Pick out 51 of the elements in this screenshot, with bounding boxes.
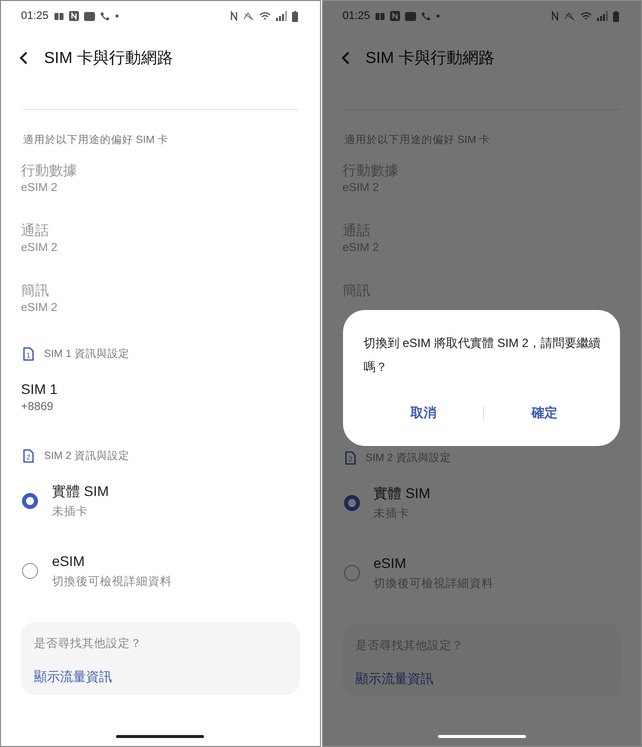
nfc-icon — [68, 11, 79, 21]
dot-icon — [114, 14, 119, 18]
phone-number: +8869 — [21, 400, 54, 415]
data-usage-link[interactable]: 顯示流量資訊 — [34, 668, 112, 686]
signal-icon — [597, 11, 608, 21]
preference-value: eSIM 2 — [21, 301, 58, 316]
message-icon — [405, 12, 416, 20]
battery-icon — [292, 10, 298, 22]
section-header: SIM 2 資訊與設定 — [366, 451, 451, 466]
status-time: 01:25 — [342, 10, 370, 22]
section-header: 適用於以下用途的偏好 SIM 卡 — [23, 133, 169, 148]
preference-label: 通話 — [21, 221, 50, 240]
signal-icon — [276, 11, 286, 21]
option-label: 實體 SIM — [374, 484, 430, 503]
dialog-button[interactable]: 確定 — [484, 400, 604, 424]
suggestion-question: 是否尋找其他設定？ — [34, 636, 143, 652]
preference-label: 簡訊 — [21, 281, 50, 300]
radio-button[interactable] — [344, 565, 360, 581]
radio-button[interactable] — [22, 493, 38, 509]
status-time: 01:25 — [21, 10, 49, 22]
nfc-icon — [390, 11, 400, 21]
option-label: 實體 SIM — [52, 482, 109, 501]
phone-icon — [421, 11, 432, 21]
nfc-icon — [551, 11, 559, 21]
back-icon[interactable] — [19, 51, 28, 65]
wifi-icon — [258, 11, 270, 21]
dialog-button[interactable]: 取消 — [363, 400, 484, 424]
radio-button[interactable] — [22, 563, 38, 579]
preference-value: eSIM 2 — [21, 181, 58, 196]
sim-name: SIM 1 — [21, 380, 59, 399]
preference-value: eSIM 2 — [21, 241, 58, 256]
page-title: SIM 卡與行動網路 — [366, 48, 494, 68]
option-label: eSIM — [374, 554, 408, 573]
page-title: SIM 卡與行動網路 — [44, 48, 173, 68]
radio-button[interactable] — [344, 495, 360, 511]
preference-label: 行動數據 — [21, 161, 78, 180]
option-subtitle: 未插卡 — [52, 504, 89, 520]
dialog-message: 切換到 eSIM 將取代實體 SIM 2，請問要繼續嗎？ — [363, 334, 602, 376]
section-header: SIM 1 資訊與設定 — [44, 347, 130, 362]
message-icon — [84, 12, 95, 20]
option-label: eSIM — [52, 552, 86, 571]
card-icon — [375, 12, 386, 20]
section-header: 適用於以下用途的偏好 SIM 卡 — [344, 133, 490, 148]
option-subtitle: 切換後可檢視詳細資料 — [52, 574, 172, 590]
section-header: SIM 2 資訊與設定 — [44, 449, 130, 464]
nfc-icon — [230, 11, 238, 21]
card-icon — [54, 12, 64, 20]
phone-icon — [100, 11, 110, 21]
wifi-icon — [580, 11, 592, 21]
battery-icon — [613, 10, 619, 22]
dot-icon — [436, 14, 440, 18]
